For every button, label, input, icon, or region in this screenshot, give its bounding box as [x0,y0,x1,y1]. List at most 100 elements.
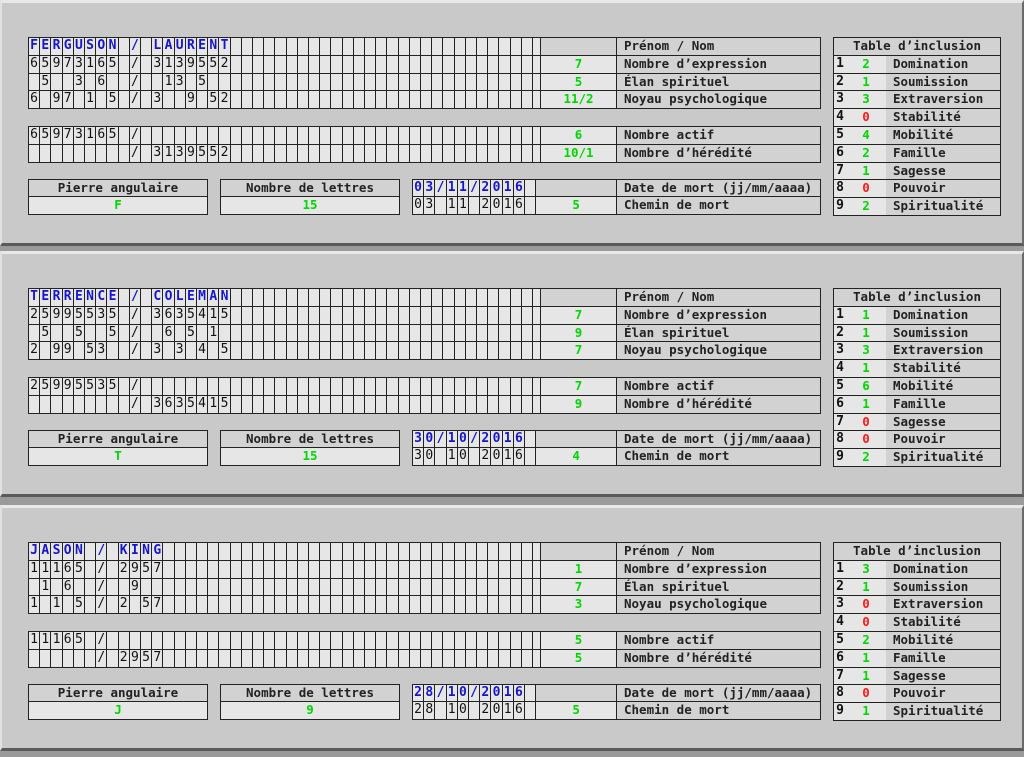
label: Prénom / Nom [616,37,821,56]
inclusion-label: Sagesse [886,161,1001,181]
inclusion-index: 4 [833,359,847,378]
nombre-lettres-value: 9 [220,701,400,721]
inclusion-label: Sagesse [886,666,1001,686]
noyau-value: 3 [540,595,617,615]
noyau-value: 7 [540,341,617,361]
label: Noyau psychologique [616,595,821,615]
label: Noyau psychologique [616,90,821,110]
inclusion-index: 5 [833,126,847,145]
inclusion-index: 5 [833,631,847,650]
date-spacer [535,178,617,198]
label: Élan spirituel [616,323,821,343]
noyau-value: 11/2 [540,90,617,110]
label: Prénom / Nom [616,288,821,307]
inclusion-count: 0 [846,613,886,632]
pierre-angulaire-label: Pierre angulaire [28,683,208,703]
inclusion-count: 1 [846,305,886,325]
inclusion-label: Stabilité [886,613,1001,632]
inclusion-index: 6 [833,648,847,668]
inclusion-table-title: Table d’inclusion [833,37,1001,56]
inclusion-index: 3 [833,595,847,615]
inclusion-label: Extraversion [886,341,1001,361]
inclusion-count: 1 [846,323,886,343]
inclusion-count: 1 [846,702,886,721]
inclusion-label: Soumission [886,577,1001,597]
heredite-value: 5 [540,648,617,668]
inclusion-label: Famille [886,394,1001,414]
inclusion-count: 0 [846,108,886,127]
label: Élan spirituel [616,72,821,92]
inclusion-count: 2 [846,197,886,216]
inclusion-label: Spiritualité [886,197,1001,216]
inclusion-index: 6 [833,143,847,163]
inclusion-index: 1 [833,54,847,74]
inclusion-label: Domination [886,305,1001,325]
inclusion-index: 8 [833,684,847,704]
nombre-lettres-label: Nombre de lettres [220,178,400,198]
record-panel: T E R R E N C E / C O L E M A N 2 5 9 9 5 5 3 5/3 6 3 5 4 1 5 5 5 5/6 5 1 2… [0,251,1024,497]
header-spacer [540,542,617,561]
inclusion-label: Mobilité [886,377,1001,396]
header-spacer [540,37,617,56]
inclusion-label: Soumission [886,323,1001,343]
nombre-lettres-label: Nombre de lettres [220,683,400,703]
chemin-mort-label: Chemin de mort [616,196,821,216]
actif-value: 6 [540,126,617,145]
inclusion-label: Famille [886,648,1001,668]
inclusion-label: Domination [886,54,1001,74]
label: Nombre actif [616,126,821,145]
inclusion-count: 3 [846,559,886,579]
label: Nombre d’expression [616,305,821,325]
pierre-angulaire-value: F [28,196,208,216]
inclusion-index: 6 [833,394,847,414]
inclusion-count: 3 [846,341,886,361]
inclusion-count: 2 [846,54,886,74]
pierre-angulaire-value: T [28,447,208,467]
inclusion-index: 3 [833,90,847,110]
inclusion-count: 1 [846,577,886,597]
inclusion-index: 1 [833,305,847,325]
inclusion-count: 1 [846,666,886,686]
inclusion-label: Spiritualité [886,448,1001,467]
heredite-value: 10/1 [540,143,617,163]
inclusion-count: 0 [846,412,886,432]
inclusion-label: Famille [886,143,1001,163]
inclusion-label: Pouvoir [886,430,1001,450]
inclusion-count: 1 [846,161,886,181]
date-mort-label: Date de mort (jj/mm/aaaa) [616,683,821,703]
pierre-angulaire-value: J [28,701,208,721]
elan-value: 9 [540,323,617,343]
label: Nombre d’expression [616,559,821,579]
inclusion-table-title: Table d’inclusion [833,288,1001,307]
inclusion-index: 7 [833,412,847,432]
inclusion-label: Extraversion [886,595,1001,615]
inclusion-label: Domination [886,559,1001,579]
nombre-lettres-value: 15 [220,196,400,216]
inclusion-table-title: Table d’inclusion [833,542,1001,561]
inclusion-label: Pouvoir [886,179,1001,199]
inclusion-index: 7 [833,161,847,181]
inclusion-count: 2 [846,143,886,163]
expression-value: 7 [540,305,617,325]
actif-value: 5 [540,631,617,650]
inclusion-index: 7 [833,666,847,686]
inclusion-count: 4 [846,126,886,145]
label: Élan spirituel [616,577,821,597]
inclusion-count: 1 [846,394,886,414]
chemin-mort-label: Chemin de mort [616,447,821,467]
label: Nombre d’hérédité [616,394,821,414]
label: Nombre actif [616,631,821,650]
inclusion-index: 5 [833,377,847,396]
inclusion-count: 0 [846,684,886,704]
inclusion-index: 2 [833,323,847,343]
elan-value: 7 [540,577,617,597]
inclusion-index: 9 [833,702,847,721]
label: Nombre d’expression [616,54,821,74]
inclusion-index: 2 [833,577,847,597]
inclusion-index: 8 [833,430,847,450]
elan-value: 5 [540,72,617,92]
inclusion-count: 3 [846,90,886,110]
inclusion-index: 9 [833,448,847,467]
date-spacer [535,683,617,703]
pierre-angulaire-label: Pierre angulaire [28,429,208,449]
